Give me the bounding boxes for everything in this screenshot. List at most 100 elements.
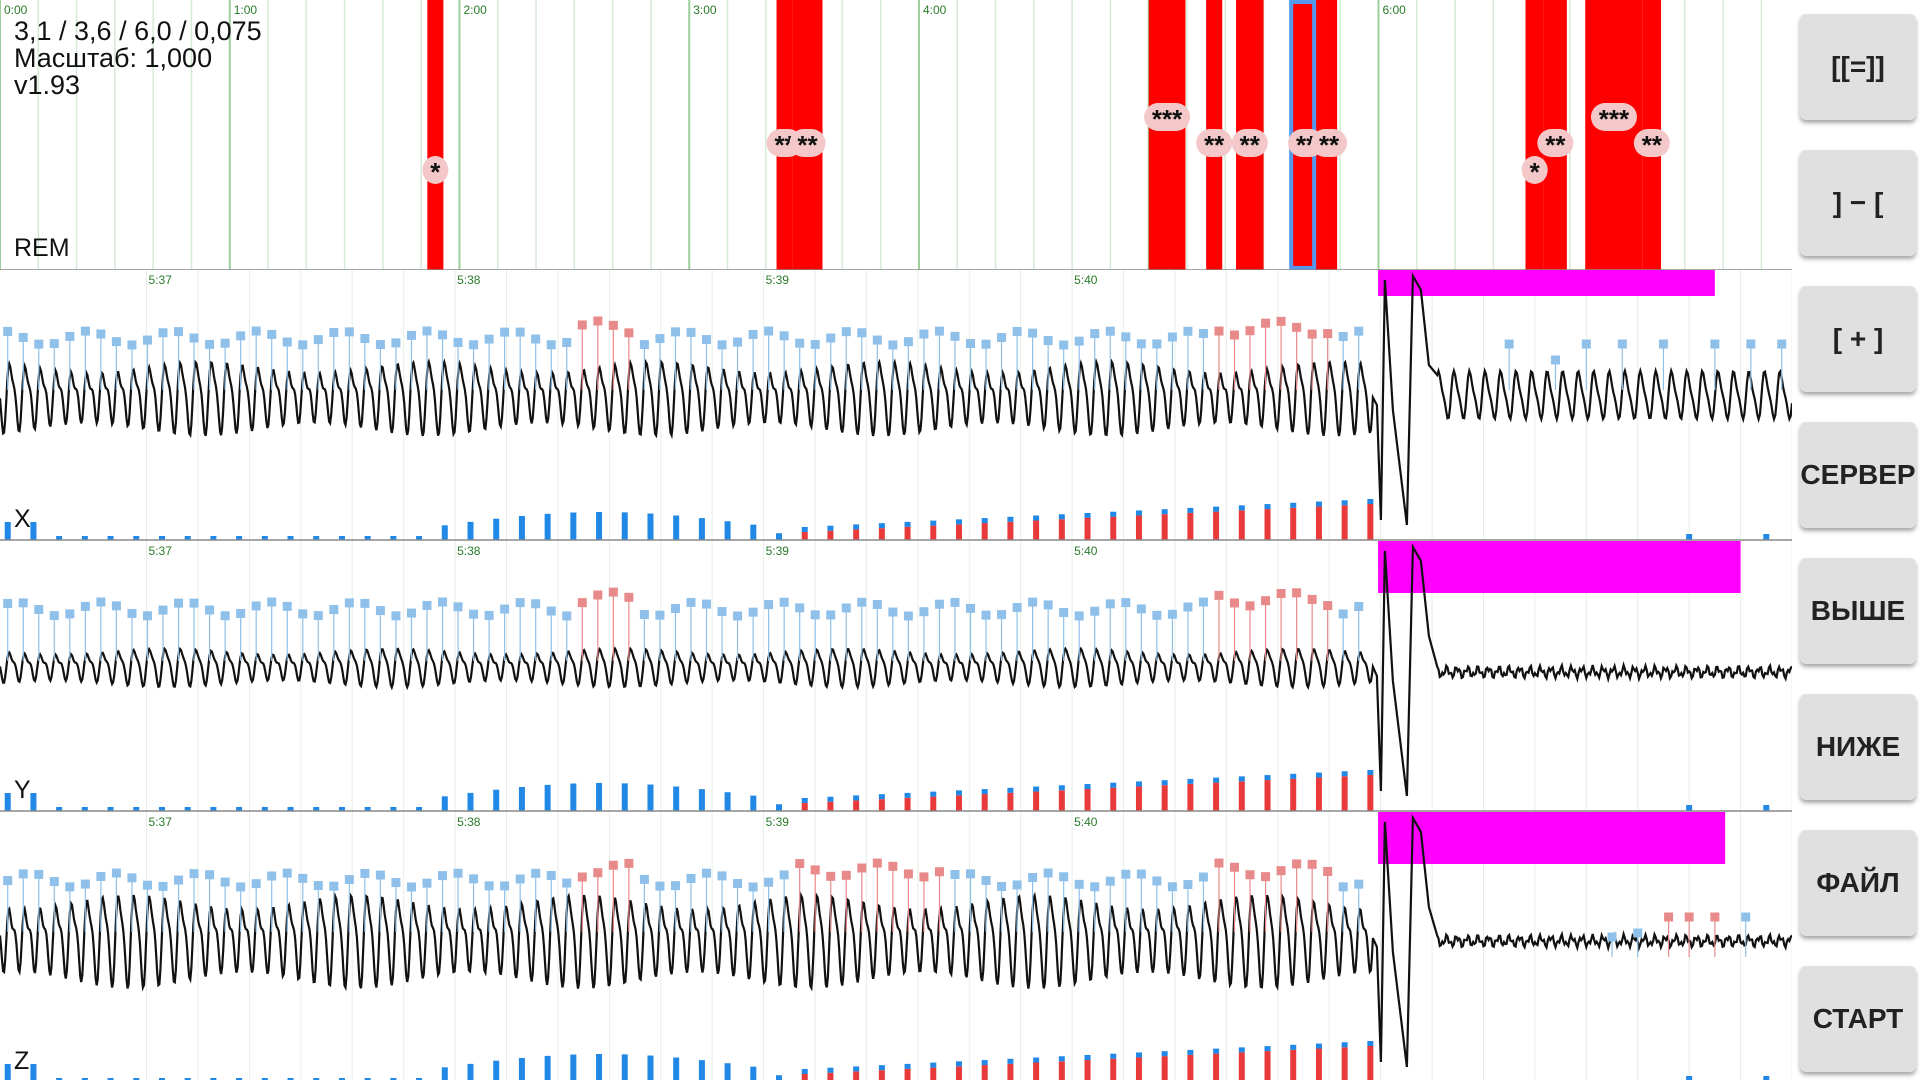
panel-highlight-block [1378, 812, 1726, 864]
beat-marker [826, 333, 836, 343]
beat-marker [950, 331, 960, 341]
channel-panel-x: 5:375:385:395:405:415:42 [0, 270, 1792, 541]
rate-bar [698, 789, 705, 811]
beat-marker [1121, 332, 1131, 342]
rate-bar [518, 1057, 525, 1080]
fit-button[interactable]: [[=]] [1800, 14, 1916, 120]
zoom-out-button[interactable]: ] − [ [1800, 150, 1916, 256]
beat-marker [981, 339, 991, 349]
beat-marker [174, 875, 184, 885]
beat-marker [158, 328, 168, 338]
server-button[interactable]: СЕРВЕР [1800, 422, 1916, 528]
rate-bar [724, 1063, 731, 1080]
plot-canvas[interactable]: *** ******* ** ** **********0:00 1:00 2:00 3:00… [0, 0, 1792, 1080]
rate-bar-cap [853, 795, 860, 801]
beat-marker [313, 881, 323, 891]
beat-marker [655, 881, 665, 891]
rate-bar [981, 1065, 988, 1080]
beat-marker [205, 605, 215, 615]
beat-marker [670, 327, 680, 337]
down-button[interactable]: НИЖЕ [1800, 694, 1916, 800]
beat-marker [966, 339, 976, 349]
rate-bar [1213, 1053, 1220, 1080]
channel-panel-z: 5:375:385:395:405:415:42 [0, 812, 1792, 1080]
rate-bar [518, 515, 525, 540]
beat-marker [810, 610, 820, 620]
rate-bar [1058, 790, 1065, 811]
beat-marker [531, 868, 541, 878]
beat-marker [779, 331, 789, 341]
overview-time-label: 2:00 [463, 3, 487, 17]
beat-marker [1136, 339, 1146, 349]
beat-marker [251, 879, 261, 889]
beat-marker [888, 340, 898, 350]
beat-marker [500, 604, 510, 614]
rate-bar [4, 522, 11, 540]
overview-event-bar [1585, 0, 1643, 270]
beat-marker [1136, 604, 1146, 614]
beat-marker [18, 332, 28, 342]
beat-marker [1074, 879, 1084, 889]
rate-bar [801, 802, 808, 811]
rate-bar-cap [1238, 505, 1245, 511]
rate-bar [801, 531, 808, 540]
rate-bar [1290, 1049, 1297, 1080]
beat-marker [1307, 329, 1317, 339]
scale-readout: Масштаб: 1,000 [14, 43, 213, 73]
rate-bar [1187, 783, 1194, 811]
beat-marker [1152, 876, 1162, 886]
beat-marker [562, 611, 572, 621]
beat-marker [1664, 912, 1674, 922]
beat-marker [919, 607, 929, 617]
beat-marker [717, 607, 727, 617]
rate-bar [1686, 1076, 1693, 1080]
rate-bar [801, 1073, 808, 1080]
rate-bar [1238, 1052, 1245, 1080]
beat-marker [469, 340, 479, 350]
beat-marker [375, 870, 385, 880]
beat-marker [748, 882, 758, 892]
beat-marker [577, 872, 587, 882]
rate-bar [1161, 514, 1168, 540]
rate-bar-cap [1161, 509, 1168, 515]
beat-marker [1710, 912, 1720, 922]
beat-marker [3, 876, 13, 886]
zoom-in-button[interactable]: [ + ] [1800, 286, 1916, 392]
rate-bar [1033, 520, 1040, 540]
rate-bar [1367, 504, 1374, 540]
overview-event-bar [427, 0, 444, 270]
beat-marker [251, 326, 261, 336]
beat-marker [236, 882, 246, 892]
file-button[interactable]: ФАЙЛ [1800, 830, 1916, 936]
rate-bar [441, 1067, 448, 1080]
beat-marker [1741, 912, 1751, 922]
beat-marker [438, 871, 448, 881]
beat-marker [1746, 339, 1756, 349]
beat-marker [608, 860, 618, 870]
channel-panel-y: 5:375:385:395:405:415:42 [0, 541, 1792, 812]
event-severity-stars: ** [1240, 130, 1261, 160]
beat-marker [1043, 868, 1053, 878]
beat-marker [127, 873, 137, 883]
rate-bar [1033, 791, 1040, 811]
rate-bar [1033, 1062, 1040, 1080]
beat-marker [360, 868, 370, 878]
rate-bar [647, 513, 654, 540]
rate-bar-cap [1290, 1044, 1297, 1050]
beat-marker [391, 878, 401, 888]
beat-marker [267, 329, 277, 339]
beat-marker [158, 605, 168, 615]
beat-marker [453, 337, 463, 347]
start-button[interactable]: СТАРТ [1800, 966, 1916, 1072]
rate-bar-cap [955, 1061, 962, 1067]
rate-bar-cap [1238, 1047, 1245, 1053]
rate-bar [1315, 777, 1322, 811]
beat-marker [593, 590, 603, 600]
up-button[interactable]: ВЫШЕ [1800, 558, 1916, 664]
plot-area[interactable]: * ** ** *** ** ** ** ** * ** *** ** 0:00 1:00 2:00 3:00… [0, 0, 1792, 1080]
beat-marker [1684, 912, 1694, 922]
beat-marker [686, 597, 696, 607]
beat-marker [1214, 326, 1224, 336]
panel-time-label: 5:40 [1074, 544, 1098, 558]
rate-bar [930, 525, 937, 540]
